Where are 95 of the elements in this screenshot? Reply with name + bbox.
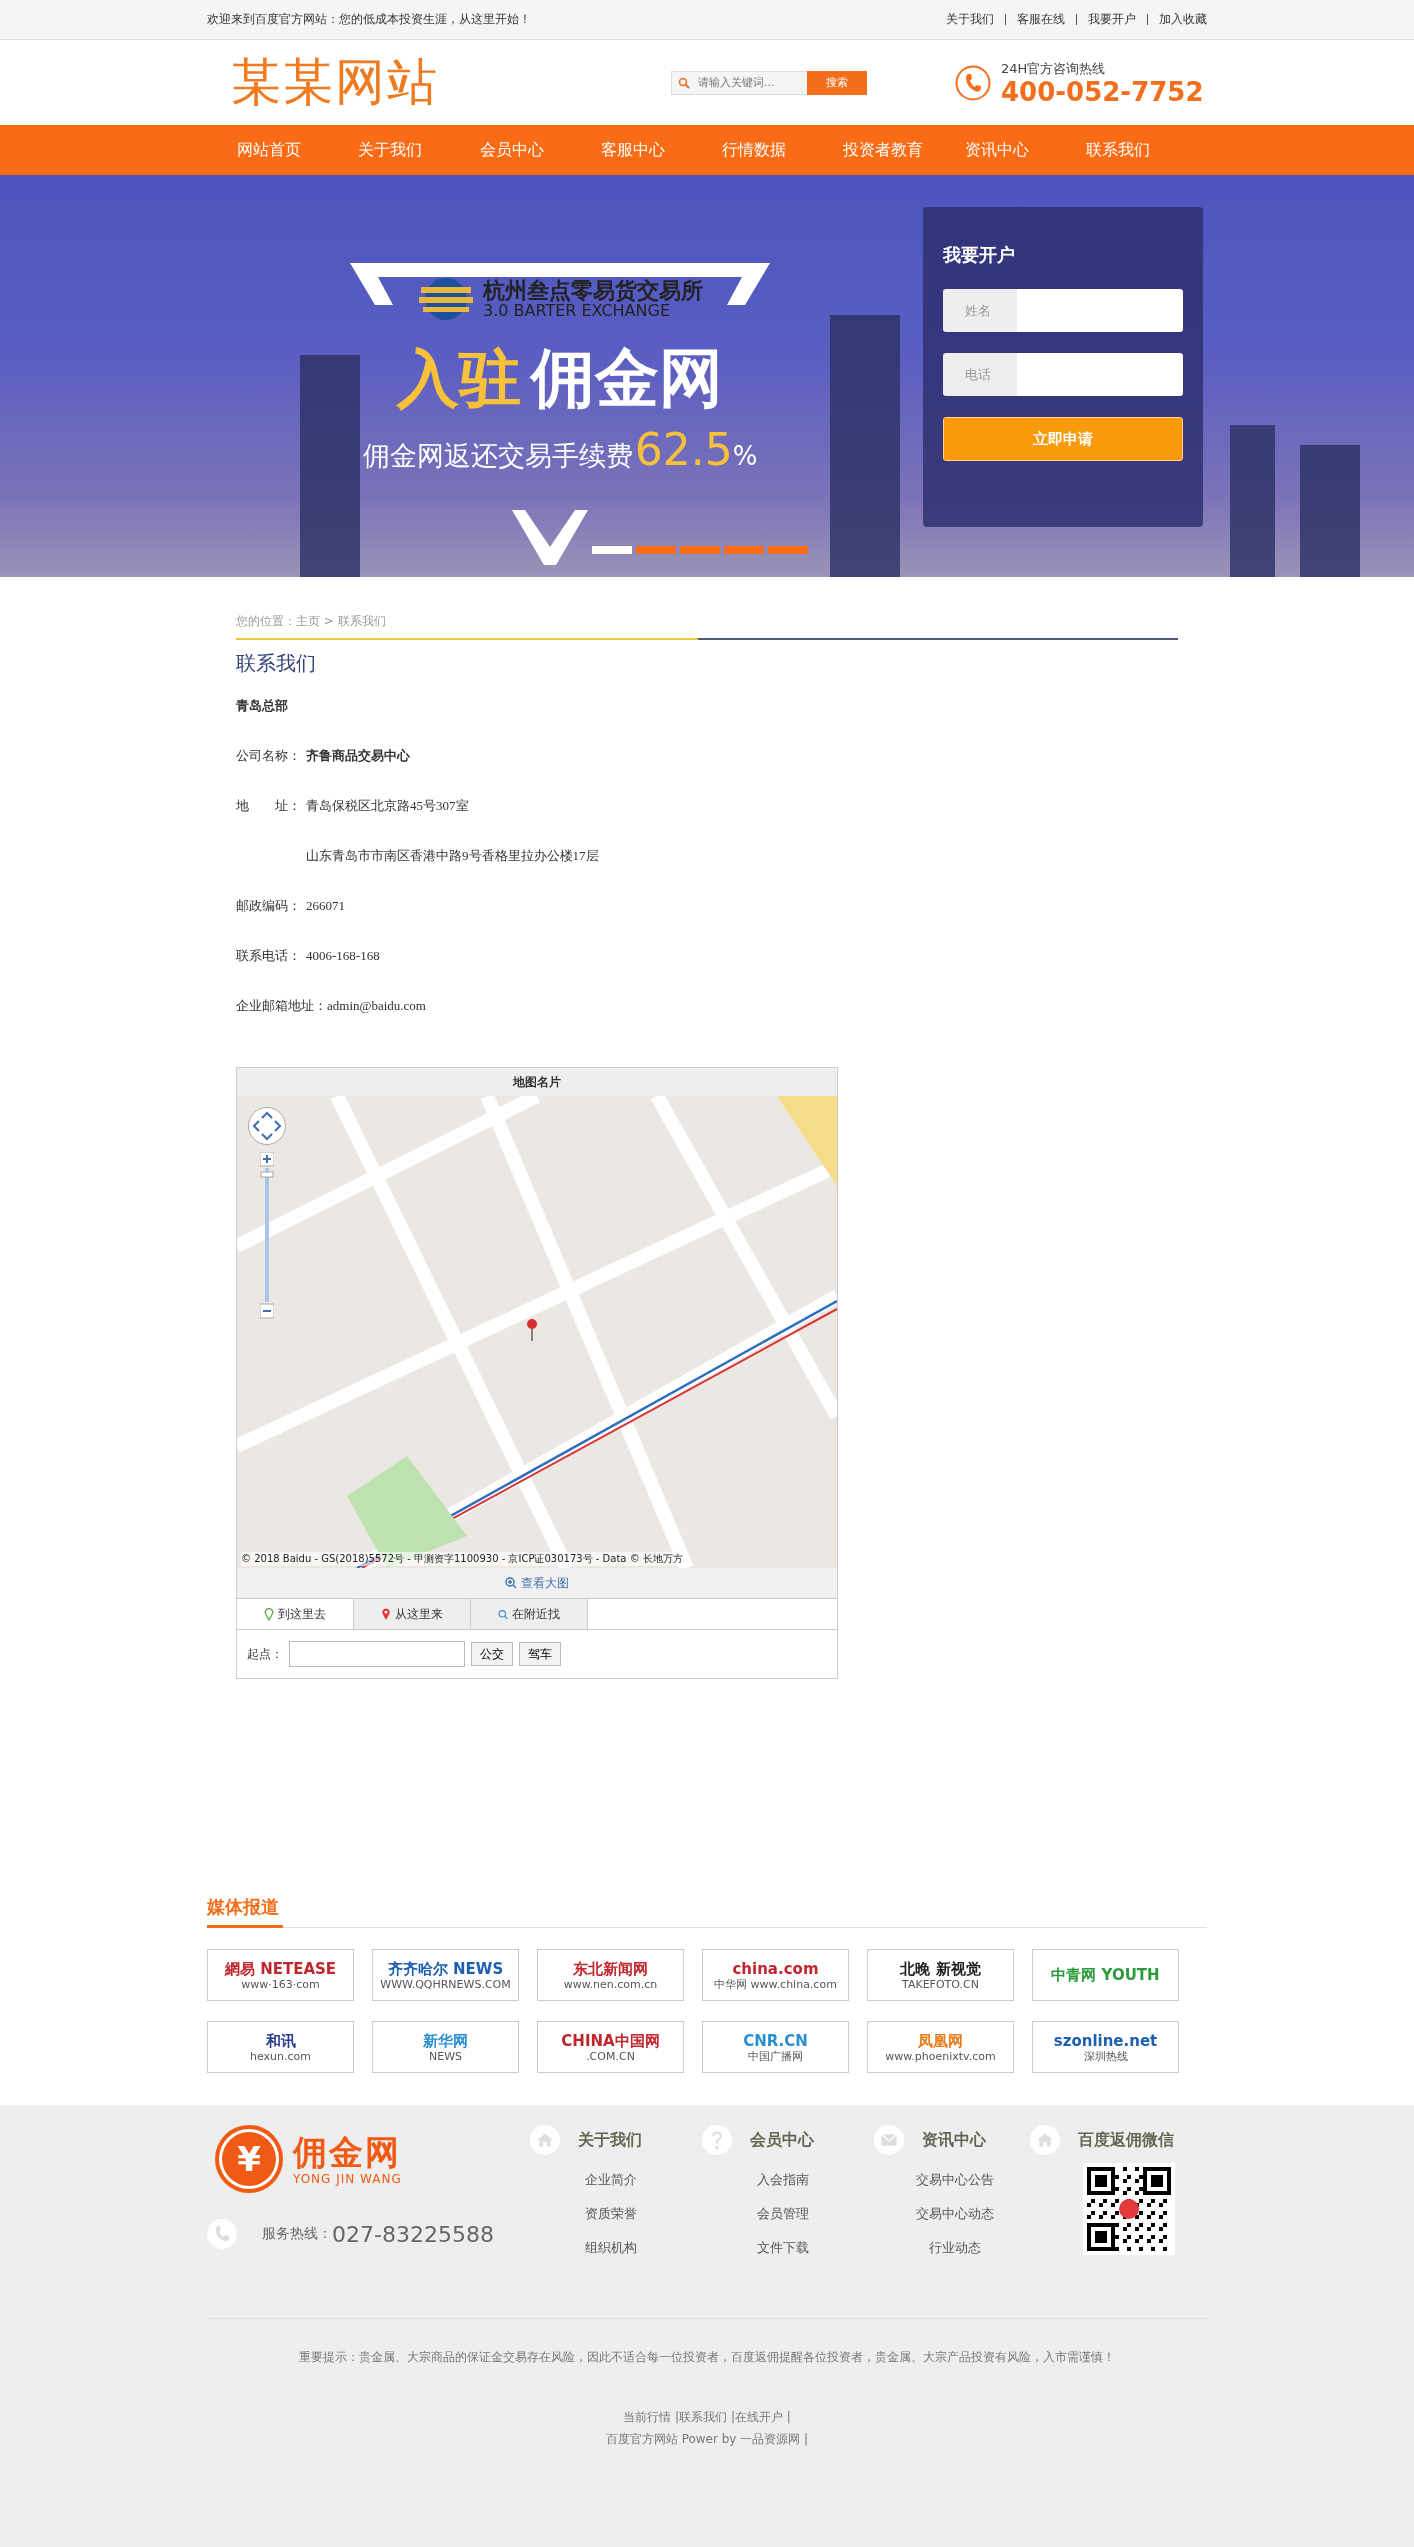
page-title: 联系我们: [236, 650, 317, 677]
yen-logo-icon: ¥: [215, 2125, 283, 2193]
field-label: 电话: [943, 353, 1017, 396]
home-icon: [530, 2125, 560, 2155]
signup-title: 我要开户: [943, 243, 1016, 267]
route-tab[interactable]: 从这里来: [354, 1599, 471, 1629]
top-link[interactable]: 关于我们: [935, 14, 1005, 25]
contact-value: 齐鲁商品交易中心: [306, 748, 410, 763]
top-link[interactable]: 加入收藏: [1147, 14, 1207, 25]
field-label: 姓名: [943, 289, 1017, 332]
hotline-number: 400-052-7752: [1001, 77, 1204, 106]
media-logo-link[interactable]: 齐齐哈尔 NEWS WWW.QQHRNEWS.COM: [372, 1949, 519, 2001]
start-label: 起点：: [247, 1645, 283, 1663]
phone-icon: [955, 64, 991, 101]
contact-value: 4006-168-168: [306, 948, 380, 963]
globe-logo-icon: [417, 277, 475, 321]
hotline-label: 24H官方咨询热线: [1001, 59, 1107, 78]
signup-input-field[interactable]: [1017, 353, 1183, 396]
footer-link[interactable]: 文件下载: [757, 2239, 809, 2257]
exchange-english-name: 3.0 BARTER EXCHANGE: [483, 303, 671, 319]
media-section-title: 媒体报道: [207, 1895, 283, 1928]
headline-script: 入驻: [397, 341, 522, 417]
slide-indicator[interactable]: [592, 546, 632, 554]
media-logo-link[interactable]: 網易 NETEASE www·163·com: [207, 1949, 354, 2001]
pin-icon: [264, 1607, 274, 1621]
welcome-text: 欢迎来到百度官方网站：您的低成本投资生涯，从这里开始！: [207, 11, 531, 28]
footer-link[interactable]: 会员管理: [757, 2205, 809, 2223]
pan-control-icon[interactable]: [247, 1106, 287, 1146]
media-logo-link[interactable]: szonline.net 深圳热线: [1032, 2021, 1179, 2073]
map-copyright: © 2018 Baidu - GS(2018)5572号 - 甲测资字1100930 - 京ICP证030173号 - Data © 长地万方: [241, 1552, 683, 1566]
media-logo-link[interactable]: 中青网 YOUTH: [1032, 1949, 1179, 2001]
media-logo-link[interactable]: 凤凰网 www.phoenixtv.com: [867, 2021, 1014, 2073]
start-input-field[interactable]: [289, 1641, 465, 1667]
footer-links[interactable]: 当前行情 |联系我们 |在线开户 |: [0, 2406, 1414, 2428]
search-icon: [678, 76, 690, 89]
rate-value: 62.5: [634, 424, 733, 475]
footer-hotline-number: 027-83225588: [332, 2221, 494, 2247]
footer-column-title: 资讯中心: [922, 2129, 986, 2151]
contact-label: 企业邮箱地址：: [236, 997, 327, 1015]
percent-sign: %: [732, 441, 758, 471]
media-logo-link[interactable]: CHINA中国网 .COM.CN: [537, 2021, 684, 2073]
footer-link[interactable]: 交易中心公告: [916, 2171, 994, 2189]
question-icon: [702, 2125, 732, 2155]
headline-text: 佣金网: [531, 340, 723, 417]
top-link[interactable]: 客服在线: [1005, 14, 1076, 25]
footer-column-title: 会员中心: [750, 2129, 814, 2151]
tagline-text: 佣金网返还交易手续费: [362, 439, 633, 473]
contact-value: 266071: [306, 898, 345, 913]
top-link[interactable]: 我要开户: [1076, 14, 1147, 25]
footer-column-title: 百度返佣微信: [1078, 2129, 1174, 2151]
slide-indicator[interactable]: [636, 546, 676, 554]
footer-logo-name: 佣金网: [293, 2132, 402, 2172]
risk-notice: 重要提示：贵金属、大宗商品的保证金交易存在风险，因此不适合每一位投资者，百度返佣提醒各位投资者，贵金属、大宗产品投资有风险，入市需谨慎！: [298, 2349, 1116, 2366]
section-heading: 青岛总部: [236, 697, 289, 715]
contact-label: 公司名称：: [236, 747, 302, 765]
route-button[interactable]: 公交: [471, 1642, 513, 1666]
footer-link[interactable]: 组织机构: [585, 2239, 637, 2257]
footer-hotline-label: 服务热线：: [262, 2225, 332, 2243]
media-logo-link[interactable]: 北晚 新视觉 TAKEFOTO.CN: [867, 1949, 1014, 2001]
slide-indicator[interactable]: [680, 546, 720, 554]
contact-value: 青岛保税区北京路45号307室: [306, 798, 469, 813]
contact-value: 山东青岛市市南区香港中路9号香格里拉办公楼17层: [306, 848, 599, 863]
contact-value: admin@baidu.com: [327, 998, 426, 1013]
slide-indicator[interactable]: [724, 546, 764, 554]
footer-logo-pinyin: YONG JIN WANG: [293, 2172, 402, 2186]
search-icon: [498, 1607, 508, 1621]
signup-input-field[interactable]: [1017, 289, 1183, 332]
footer-link[interactable]: 行业动态: [929, 2239, 981, 2257]
route-button[interactable]: 驾车: [519, 1642, 561, 1666]
exchange-name: 杭州叁点零易货交易所: [483, 279, 703, 303]
copyright-text: 百度官方网站 Power by 一品资源网 |: [604, 2431, 810, 2448]
media-logo-link[interactable]: 新华网 NEWS: [372, 2021, 519, 2073]
contact-label: 地 址：: [236, 797, 302, 815]
phone-icon: [207, 2219, 237, 2249]
footer-column-title: 关于我们: [578, 2129, 642, 2151]
route-tab[interactable]: 在附近找: [471, 1599, 588, 1629]
view-large-map-link[interactable]: 查看大图: [521, 1574, 569, 1592]
zoom-in-icon: [505, 1577, 517, 1589]
pin-icon: [381, 1607, 391, 1621]
media-logo-link[interactable]: CNR.CN 中国广播网: [702, 2021, 849, 2073]
contact-label: 联系电话：: [236, 947, 302, 965]
breadcrumb: 您的位置：主页 > 联系我们: [236, 613, 1178, 640]
mail-icon: [874, 2125, 904, 2155]
slide-indicator[interactable]: [768, 546, 808, 554]
footer-link[interactable]: 企业简介: [585, 2171, 637, 2189]
media-logo-link[interactable]: 和讯 hexun.com: [207, 2021, 354, 2073]
home-icon: [1030, 2125, 1060, 2155]
media-logo-link[interactable]: 东北新闻网 www.nen.com.cn: [537, 1949, 684, 2001]
media-logo-link[interactable]: china.com 中华网 www.china.com: [702, 1949, 849, 2001]
zoom-slider-icon[interactable]: [260, 1152, 274, 1320]
footer-link[interactable]: 交易中心动态: [916, 2205, 994, 2223]
footer-link[interactable]: 入会指南: [757, 2171, 809, 2189]
contact-label: 邮政编码：: [236, 897, 302, 915]
map-card-title: 地图名片: [237, 1068, 837, 1096]
footer-link[interactable]: 资质荣誉: [585, 2205, 637, 2223]
